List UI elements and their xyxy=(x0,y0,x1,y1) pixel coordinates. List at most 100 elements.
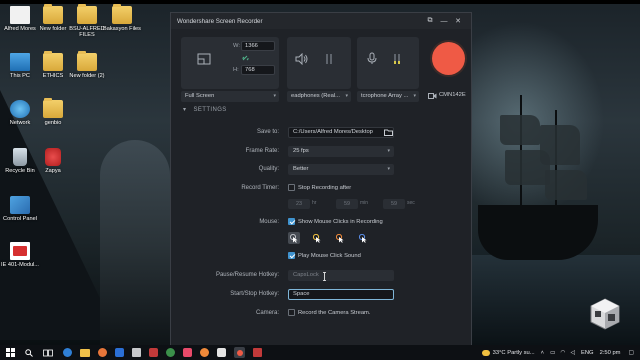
show-mouse-clicks-checkbox[interactable]: Show Mouse Clicks in Recording xyxy=(288,218,383,225)
timer-minutes-input[interactable]: 59 xyxy=(336,199,358,209)
mini-mode-icon[interactable]: ⧉ xyxy=(423,17,437,25)
checkbox-box xyxy=(288,252,295,259)
text-cursor-icon xyxy=(323,272,326,281)
system-audio-card xyxy=(287,37,351,89)
desktop-icon-zapya[interactable]: Zapya xyxy=(33,148,73,174)
pdf-reader-icon[interactable] xyxy=(253,348,262,357)
folder-browse-icon[interactable] xyxy=(384,129,393,136)
chevron-down-icon: ▾ xyxy=(273,93,276,99)
app-icon[interactable] xyxy=(183,348,192,357)
screen-recorder-taskbar-icon[interactable] xyxy=(234,347,245,358)
volume-icon[interactable]: ◁ xyxy=(571,350,575,356)
chevron-up-icon[interactable]: ˄ xyxy=(541,350,544,356)
save-to-label: Save to: xyxy=(256,129,279,135)
desktop-icon-bsu-alfred-files[interactable]: BSU-ALFRED FILES xyxy=(67,4,107,39)
chrome-icon[interactable] xyxy=(166,348,175,357)
stop-recording-after-checkbox[interactable]: Stop Recording after xyxy=(288,184,351,191)
chevron-down-icon: ▾ xyxy=(413,93,416,99)
windows-start-icon[interactable] xyxy=(6,348,15,357)
recorder-window: Wondershare Screen Recorder ⧉ — ✕ W: 136… xyxy=(170,12,472,347)
desktop-icon-label: Control Panel xyxy=(3,216,37,222)
screen-region-icon[interactable] xyxy=(197,53,211,65)
mic-device-dropdown[interactable]: tcrophone Array ... ▾ xyxy=(357,91,419,102)
desktop-icon-bakasyon-files[interactable]: Bakasyon Files xyxy=(102,4,142,32)
desktop-icon-new-folder-2[interactable]: New folder (2) xyxy=(67,51,107,79)
frame-rate-dropdown[interactable]: 25 fps ▾ xyxy=(288,146,394,157)
firefox-icon[interactable] xyxy=(98,348,107,357)
audio-device-dropdown[interactable]: eadphones (Real... ▾ xyxy=(287,91,351,102)
screen-mode-value: Full Screen xyxy=(185,93,215,99)
pause-hotkey-input[interactable]: CapsLock xyxy=(288,270,394,281)
app-icon[interactable] xyxy=(217,348,226,357)
computer-icon xyxy=(10,53,30,71)
app-icon[interactable] xyxy=(200,348,209,357)
mail-icon[interactable] xyxy=(132,348,141,357)
play-click-sound-checkbox[interactable]: Play Mouse Click Sound xyxy=(288,252,361,259)
cursor-style-option[interactable] xyxy=(357,232,369,244)
wifi-icon[interactable]: ◠ xyxy=(560,350,565,356)
timer-seconds-input[interactable]: 59 xyxy=(383,199,405,209)
weather-text[interactable]: 33°C Partly su... xyxy=(493,350,535,356)
cursor-click-orange-icon xyxy=(336,233,344,243)
app-icon[interactable] xyxy=(149,348,158,357)
folder-icon xyxy=(43,4,63,24)
checkbox-box xyxy=(288,309,295,316)
search-icon[interactable] xyxy=(25,348,33,357)
stop-recording-after-label: Stop Recording after xyxy=(298,184,352,191)
edge-browser-icon[interactable] xyxy=(63,348,72,357)
pdf-icon xyxy=(10,242,30,260)
click-sound-row: Play Mouse Click Sound xyxy=(171,251,471,263)
task-view-icon[interactable] xyxy=(43,349,53,357)
battery-icon[interactable]: ▭ xyxy=(550,350,555,356)
height-label: H: xyxy=(233,67,239,73)
recycle-bin-icon xyxy=(13,148,27,166)
speaker-icon[interactable] xyxy=(295,53,309,65)
width-input[interactable]: 1366 xyxy=(241,41,275,51)
file-explorer-icon[interactable] xyxy=(80,348,90,357)
microphone-icon[interactable] xyxy=(367,52,377,65)
play-click-sound-label: Play Mouse Click Sound xyxy=(298,252,361,259)
microphone-card xyxy=(357,37,419,89)
desktop-icon-genbio[interactable]: genbio xyxy=(33,98,73,126)
close-button[interactable]: ✕ xyxy=(451,17,465,25)
link-aspect-icon[interactable] xyxy=(242,55,249,62)
timer-hours-unit: hr xyxy=(312,200,317,206)
timer-inputs-row: 23 hr 59 min 59 sec xyxy=(171,199,471,211)
audio-device-value: eadphones (Real... xyxy=(291,93,340,99)
window-title: Wondershare Screen Recorder xyxy=(177,17,263,25)
checkbox-box xyxy=(288,184,295,191)
cursor-style-option[interactable] xyxy=(288,232,300,244)
cursor-click-yellow-icon xyxy=(313,233,321,243)
desktop-icon-control-panel[interactable]: Control Panel xyxy=(0,196,40,222)
height-input[interactable]: 768 xyxy=(241,65,275,75)
screen-mode-dropdown[interactable]: Full Screen ▾ xyxy=(181,91,279,102)
word-icon[interactable] xyxy=(115,348,124,357)
minimize-button[interactable]: — xyxy=(437,18,451,25)
notification-icon[interactable]: ▢ xyxy=(629,350,634,356)
settings-heading: SETTINGS xyxy=(193,107,227,113)
record-camera-checkbox[interactable]: Record the Camera Stream. xyxy=(288,309,371,316)
desktop-icon-label: genbio xyxy=(44,120,62,126)
language-indicator[interactable]: ENG xyxy=(581,350,594,356)
system-tray: 33°C Partly su... ˄ ▭ ◠ ◁ ENG 2:50 pm ▢ xyxy=(481,349,640,356)
desktop-icon-ie-401-module[interactable]: IE 401-Modul... xyxy=(0,242,40,268)
timer-hours-input[interactable]: 23 xyxy=(288,199,310,209)
save-to-input[interactable]: C:/Users/Alfred Mores/Desktop xyxy=(288,127,394,138)
record-button[interactable] xyxy=(432,42,465,75)
folder-icon xyxy=(43,51,63,71)
start-stop-hotkey-input[interactable]: Space xyxy=(288,289,394,300)
cursor-style-option[interactable] xyxy=(334,232,346,244)
clock[interactable]: 2:50 pm xyxy=(600,350,621,356)
webcam-icon[interactable] xyxy=(428,92,437,100)
cursor-style-option[interactable] xyxy=(311,232,323,244)
quality-dropdown[interactable]: Better ▾ xyxy=(288,164,394,175)
letterbox xyxy=(0,0,640,4)
capture-controls: W: 1366 H: 768 Full Screen ▾ eadphones (… xyxy=(181,37,466,105)
mouse-row: Mouse: Show Mouse Clicks in Recording xyxy=(171,217,471,229)
zapya-app-icon xyxy=(45,148,61,166)
settings-header[interactable]: ▾ SETTINGS xyxy=(183,106,227,113)
chevron-down-icon: ▾ xyxy=(387,148,390,154)
quality-label: Quality: xyxy=(258,166,279,172)
weather-icon xyxy=(481,349,490,356)
cursor-click-icon xyxy=(290,233,298,243)
